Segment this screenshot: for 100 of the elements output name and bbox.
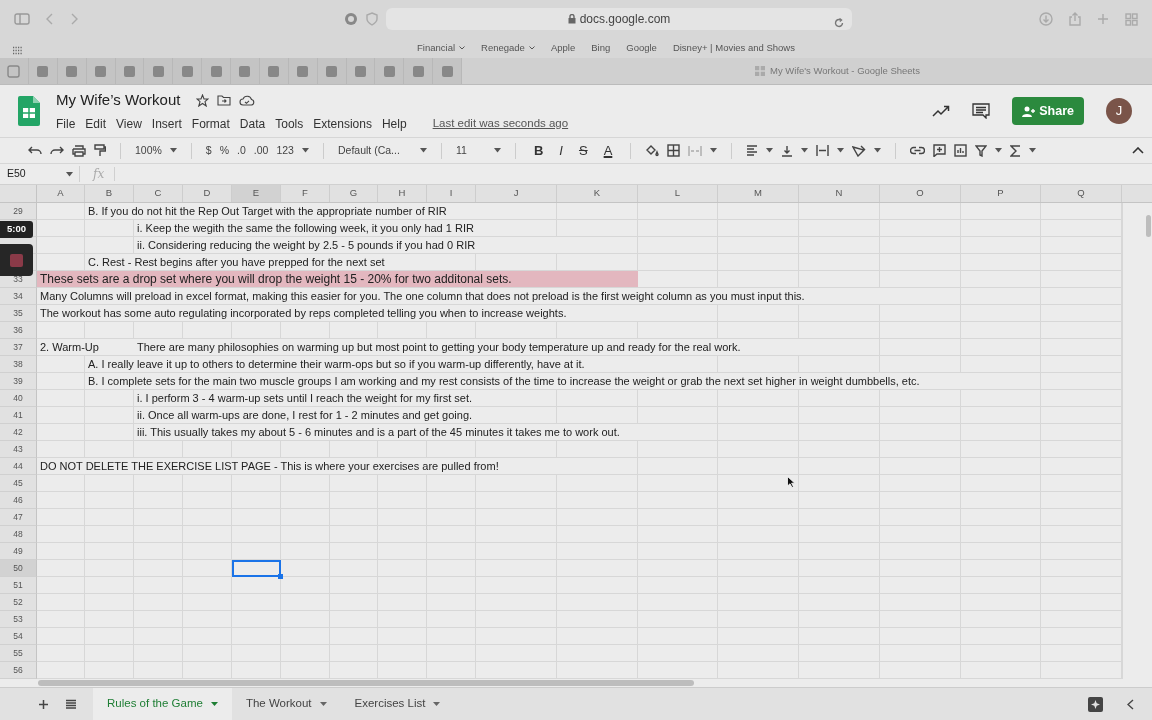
borders-icon[interactable] — [667, 144, 681, 157]
grid-cell[interactable] — [37, 475, 85, 492]
grid-cell[interactable] — [37, 373, 85, 390]
paint-format-icon[interactable] — [94, 144, 106, 157]
grid-cell[interactable] — [37, 492, 85, 509]
caret-icon[interactable] — [874, 148, 882, 153]
pinned-tab-icon[interactable] — [296, 64, 310, 78]
grid-cell[interactable] — [37, 594, 85, 611]
grid-cell[interactable] — [183, 543, 232, 560]
pinned-tab-icon[interactable] — [267, 64, 281, 78]
add-sheet-icon[interactable] — [38, 698, 49, 710]
collapse-icon[interactable] — [1132, 147, 1144, 155]
font-size-dropdown[interactable]: 11 — [455, 142, 486, 159]
grid-cell[interactable] — [37, 424, 85, 441]
grid-cell[interactable] — [183, 662, 232, 679]
menu-item[interactable]: Format — [191, 114, 230, 133]
grid-cell[interactable] — [557, 662, 638, 679]
caret-icon[interactable] — [301, 148, 309, 153]
row-header[interactable]: 34 — [0, 288, 37, 305]
bookmark-link[interactable]: Apple — [550, 40, 576, 56]
column-header[interactable]: F — [281, 185, 330, 202]
grid-cell[interactable] — [232, 662, 281, 679]
grid-cell[interactable] — [557, 254, 638, 271]
address-bar[interactable]: docs.google.com — [386, 8, 852, 30]
pinned-tab-icon[interactable] — [7, 64, 21, 78]
column-header[interactable]: N — [799, 185, 880, 202]
grid-cell[interactable] — [476, 203, 557, 220]
grid-cell[interactable] — [232, 577, 281, 594]
bookmark-link[interactable]: Renegade — [481, 40, 525, 56]
sheet-tab[interactable]: Exercises List — [340, 688, 455, 720]
column-header[interactable]: E — [232, 185, 281, 202]
undo-icon[interactable] — [28, 145, 42, 156]
reload-icon[interactable] — [834, 17, 844, 28]
comment-icon[interactable] — [972, 103, 991, 119]
row-header[interactable]: 41 — [0, 407, 37, 424]
redo-icon[interactable] — [50, 145, 64, 156]
grid-cell[interactable] — [37, 628, 85, 645]
caret-icon[interactable] — [766, 148, 774, 153]
row-header[interactable]: 54 — [0, 628, 37, 645]
horizontal-scrollbar[interactable] — [38, 680, 694, 686]
pinned-tab-icon[interactable] — [411, 64, 425, 78]
increase-decimal[interactable]: .00 — [253, 142, 269, 159]
pinned-tab-icon[interactable] — [440, 64, 454, 78]
caret-icon[interactable] — [66, 171, 73, 177]
column-header[interactable]: B — [85, 185, 134, 202]
sheet-tab[interactable]: The Workout — [231, 688, 341, 720]
grid-cell[interactable] — [37, 220, 85, 237]
grid-cell[interactable] — [37, 526, 85, 543]
grid-cell[interactable] — [37, 203, 85, 220]
bookmark-link[interactable]: Google — [626, 40, 657, 56]
row-header[interactable]: 36 — [0, 322, 37, 339]
menu-item[interactable]: Extensions — [313, 114, 372, 133]
last-edit-link[interactable]: Last edit was seconds ago — [432, 115, 569, 133]
text-wrap-icon[interactable] — [816, 144, 830, 157]
row-header[interactable]: 44 — [0, 458, 37, 475]
column-header[interactable]: Q — [1041, 185, 1122, 202]
text-rotate-icon[interactable] — [852, 144, 867, 157]
row-header[interactable]: 51 — [0, 577, 37, 594]
bookmark-link[interactable]: Bing — [591, 40, 611, 56]
sum-icon[interactable] — [1010, 144, 1022, 157]
grid-cell[interactable] — [37, 254, 85, 271]
move-folder-icon[interactable] — [217, 95, 232, 106]
grid-cell[interactable] — [37, 441, 85, 458]
column-header[interactable]: M — [718, 185, 799, 202]
column-header[interactable]: K — [557, 185, 638, 202]
menu-item[interactable]: Help — [381, 114, 407, 133]
print-icon[interactable] — [72, 144, 86, 157]
menu-item[interactable]: Insert — [151, 114, 182, 133]
grid-cell[interactable] — [183, 560, 232, 577]
bold-button[interactable]: B — [529, 140, 548, 161]
row-header[interactable]: 37 — [0, 339, 37, 356]
back-icon[interactable] — [46, 13, 54, 25]
grid-cell[interactable] — [37, 662, 85, 679]
selected-cell[interactable] — [232, 560, 281, 577]
sidebar-icon[interactable] — [14, 13, 30, 25]
add-comment-icon[interactable] — [933, 144, 947, 157]
grid-cell[interactable] — [638, 662, 718, 679]
caret-icon[interactable] — [801, 148, 809, 153]
grid-cell[interactable] — [37, 509, 85, 526]
pinned-tab-icon[interactable] — [151, 64, 165, 78]
row-header[interactable]: 46 — [0, 492, 37, 509]
grid-cell[interactable] — [476, 662, 557, 679]
caret-icon[interactable] — [419, 148, 427, 153]
pinned-tab-icon[interactable] — [94, 64, 108, 78]
column-header[interactable]: A — [37, 185, 85, 202]
grid-cell[interactable] — [427, 254, 476, 271]
trend-icon[interactable] — [932, 105, 951, 117]
column-header[interactable]: L — [638, 185, 718, 202]
grid-cell[interactable] — [232, 543, 281, 560]
grid-cell[interactable] — [37, 560, 85, 577]
grid-cell[interactable] — [330, 662, 378, 679]
grid-cell[interactable] — [718, 203, 799, 220]
column-header[interactable]: C — [134, 185, 183, 202]
menu-item[interactable]: Edit — [85, 114, 107, 133]
grid-cell[interactable] — [85, 662, 134, 679]
row-header[interactable]: 43 — [0, 441, 37, 458]
fill-handle[interactable] — [278, 574, 283, 579]
star-icon[interactable] — [196, 94, 210, 107]
caret-icon[interactable] — [710, 148, 718, 153]
row-header[interactable]: 53 — [0, 611, 37, 628]
